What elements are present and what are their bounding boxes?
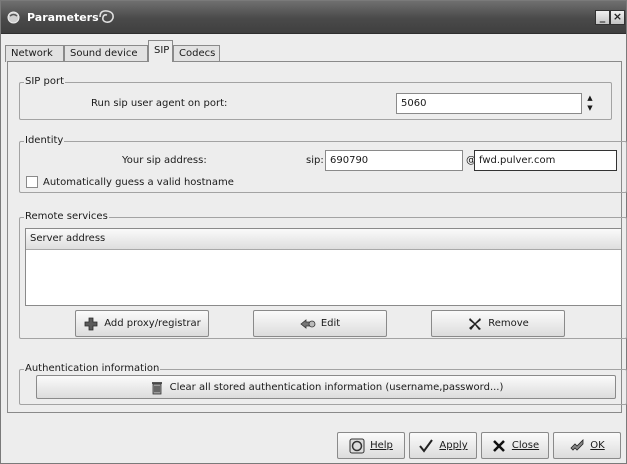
authentication-group-title: Authentication information	[24, 363, 161, 374]
clear-auth-label: Clear all stored authentication informat…	[169, 381, 504, 393]
plus-icon	[84, 317, 98, 330]
auto-hostname-label[interactable]: Automatically guess a valid hostname	[43, 177, 234, 188]
window-title: Parameters	[27, 11, 99, 24]
x-icon	[469, 317, 482, 330]
edit-icon	[300, 318, 316, 329]
edit-label: Edit	[320, 318, 341, 329]
edit-button[interactable]: Edit	[253, 310, 387, 337]
sip-port-input[interactable]: 5060	[396, 93, 582, 114]
minimize-button[interactable]: _	[595, 10, 610, 25]
auto-hostname-checkbox[interactable]	[26, 176, 38, 188]
trash-icon	[151, 382, 162, 395]
server-list[interactable]: Server address	[25, 228, 622, 306]
sip-user-input[interactable]: 690790	[325, 150, 463, 171]
sip-port-spinner[interactable]: ▲ ▼	[583, 93, 597, 114]
help-label: Help	[370, 440, 393, 451]
help-button[interactable]: Help	[337, 432, 405, 459]
add-proxy-button[interactable]: Add proxy/registrar	[75, 310, 209, 337]
close-window-button[interactable]: ×	[610, 10, 625, 25]
apply-label: Apply	[439, 440, 468, 451]
apply-button[interactable]: Apply	[409, 432, 477, 459]
authentication-group: Authentication information Clear all sto…	[19, 363, 627, 405]
tab-network[interactable]: Network	[5, 45, 64, 62]
tab-sip[interactable]: SIP	[148, 40, 173, 62]
parameters-window: Parameters _ × Network Sound device SIP …	[0, 0, 627, 464]
close-label: Close	[511, 440, 540, 451]
ok-label: OK	[590, 440, 605, 451]
sip-tab-panel: SIP port Run sip user agent on port: 506…	[7, 61, 627, 413]
spin-down-icon[interactable]: ▼	[583, 103, 597, 113]
clear-auth-button[interactable]: Clear all stored authentication informat…	[36, 375, 616, 399]
sip-port-label: Run sip user agent on port:	[91, 98, 228, 109]
tab-sound-device[interactable]: Sound device	[64, 45, 148, 62]
sip-domain-input[interactable]: fwd.pulver.com	[474, 150, 617, 171]
add-proxy-label: Add proxy/registrar	[104, 318, 201, 329]
sip-port-group: SIP port Run sip user agent on port: 506…	[19, 76, 612, 120]
identity-group: Identity Your sip address: sip: 690790 @…	[19, 135, 627, 193]
server-address-column-header[interactable]: Server address	[26, 229, 621, 250]
check-icon	[419, 438, 434, 453]
sip-prefix-label: sip:	[306, 155, 324, 166]
ok-icon	[570, 438, 584, 451]
remote-services-group: Remote services Server address Add proxy…	[19, 211, 627, 339]
remove-label: Remove	[488, 318, 529, 329]
sip-port-group-title: SIP port	[24, 76, 66, 87]
title-bar[interactable]: Parameters _ ×	[1, 1, 626, 34]
phone-icon	[7, 11, 20, 24]
identity-group-title: Identity	[24, 135, 65, 146]
close-button[interactable]: Close	[481, 432, 549, 459]
remote-services-group-title: Remote services	[24, 211, 109, 222]
linphone-logo-icon	[99, 10, 114, 23]
tab-codecs[interactable]: Codecs	[173, 45, 220, 62]
spin-up-icon[interactable]: ▲	[583, 93, 597, 103]
remove-button[interactable]: Remove	[431, 310, 565, 337]
sip-address-label: Your sip address:	[122, 155, 207, 166]
ok-button[interactable]: OK	[553, 432, 621, 459]
help-icon	[349, 438, 365, 453]
close-icon	[492, 439, 505, 452]
